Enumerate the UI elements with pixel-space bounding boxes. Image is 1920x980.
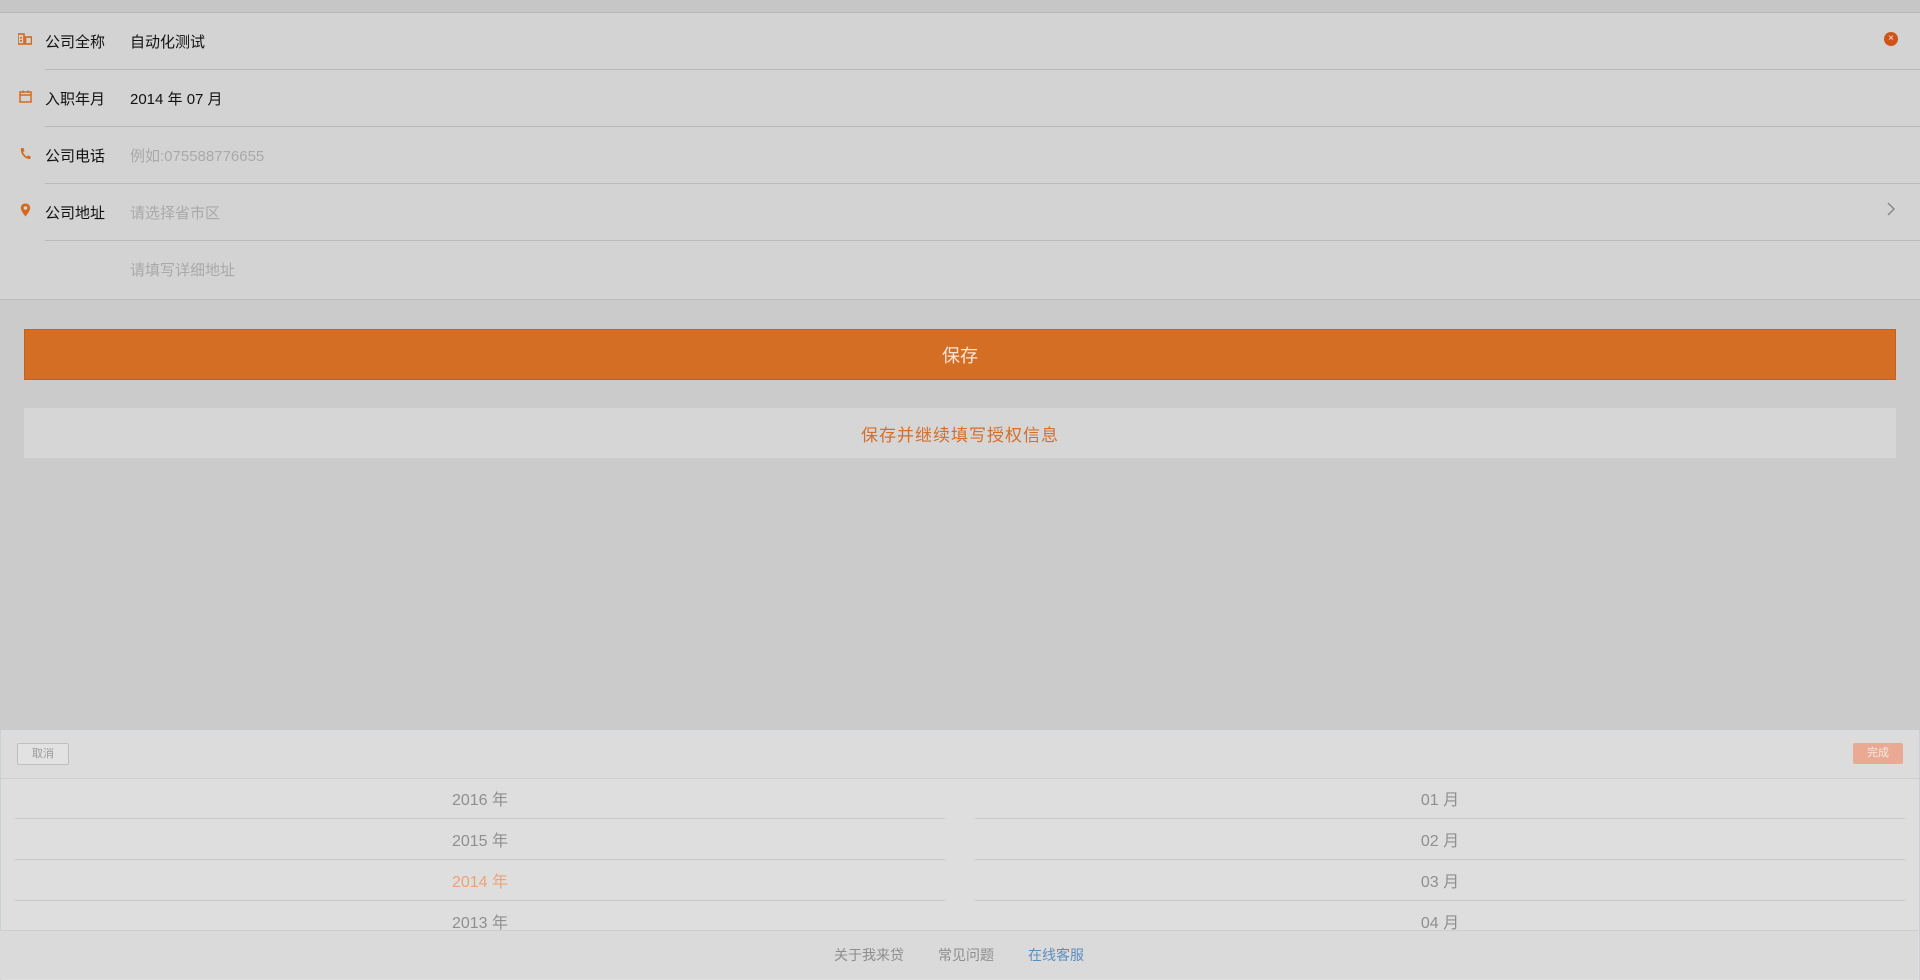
done-button[interactable]: 完成 [1853, 743, 1903, 764]
phone-icon [18, 145, 32, 161]
company-phone-row[interactable]: 公司电话 例如:075588776655 [0, 127, 1920, 184]
entry-date-input[interactable]: 2014 年 07 月 [130, 88, 223, 109]
save-button[interactable]: 保存 [24, 329, 1896, 380]
save-and-continue-button[interactable]: 保存并继续填写授权信息 [24, 408, 1896, 458]
region-select[interactable]: 请选择省市区 [130, 202, 220, 223]
about-link[interactable]: 关于我来贷 [834, 945, 904, 965]
faq-link[interactable]: 常见问题 [938, 945, 994, 965]
company-info-form: 公司全称 自动化测试 × 入职年月 2014 年 07 月 公司电话 例如:07… [0, 13, 1920, 300]
month-option[interactable]: 01 月 [975, 778, 1905, 819]
month-option[interactable]: 02 月 [975, 819, 1905, 860]
year-option-selected[interactable]: 2014 年 [15, 860, 945, 901]
company-name-input[interactable]: 自动化测试 [130, 31, 205, 52]
entry-date-row[interactable]: 入职年月 2014 年 07 月 [0, 70, 1920, 127]
company-name-row[interactable]: 公司全称 自动化测试 × [0, 13, 1920, 70]
detail-address-row[interactable]: 请填写详细地址 [0, 241, 1920, 298]
cancel-button[interactable]: 取消 [17, 743, 69, 765]
company-phone-label: 公司电话 [45, 148, 106, 165]
entry-date-label: 入职年月 [45, 91, 106, 108]
calendar-icon [18, 88, 32, 104]
location-pin-icon [18, 202, 32, 218]
chevron-right-icon[interactable] [1884, 199, 1898, 219]
year-option[interactable]: 2016 年 [15, 778, 945, 819]
company-name-label: 公司全称 [45, 34, 106, 51]
company-phone-input[interactable]: 例如:075588776655 [130, 145, 264, 166]
clear-icon[interactable]: × [1884, 32, 1898, 46]
year-option[interactable]: 2015 年 [15, 819, 945, 860]
detail-address-input[interactable]: 请填写详细地址 [130, 259, 235, 280]
top-band [0, 0, 1920, 13]
company-address-row[interactable]: 公司地址 请选择省市区 [0, 184, 1920, 241]
picker-toolbar: 取消 完成 [1, 730, 1919, 779]
company-address-label: 公司地址 [45, 205, 106, 222]
online-service-link[interactable]: 在线客服 [1028, 945, 1084, 965]
month-option[interactable]: 03 月 [975, 860, 1905, 901]
footer-links: 关于我来贷 常见问题 在线客服 [0, 930, 1918, 979]
building-icon [18, 31, 32, 47]
